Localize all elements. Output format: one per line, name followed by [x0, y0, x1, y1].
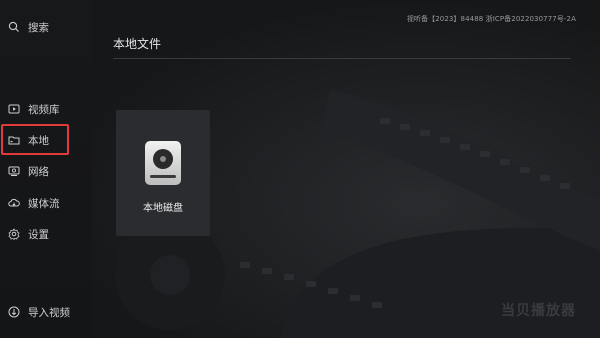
- sidebar-item-local[interactable]: 本地: [8, 130, 49, 150]
- sidebar-item-label: 媒体流: [28, 197, 60, 210]
- sidebar-item-label: 网络: [28, 165, 49, 178]
- import-video-button[interactable]: 导入视频: [8, 302, 70, 322]
- page-title: 本地文件: [113, 37, 162, 51]
- search-icon: [8, 21, 20, 33]
- icp-license-text: 视听备【2023】84488 浙ICP备2022030777号-2A: [406, 15, 576, 23]
- title-divider: [113, 58, 571, 59]
- sidebar-item-label: 设置: [28, 228, 49, 241]
- import-video-label: 导入视频: [28, 306, 70, 319]
- sidebar-item-settings[interactable]: 设置: [8, 224, 49, 244]
- cloud-icon: [8, 197, 20, 209]
- search-label: 搜索: [28, 21, 49, 34]
- sidebar-item-label: 视频库: [28, 103, 60, 116]
- tile-label: 本地磁盘: [143, 203, 183, 214]
- sidebar: 搜索 视频库 本地 网络 媒体流 设置 导入视频: [0, 0, 92, 338]
- import-icon: [8, 306, 20, 318]
- network-icon: [8, 165, 20, 177]
- brand-watermark: 当贝播放器: [501, 303, 576, 319]
- video-library-icon: [8, 103, 20, 115]
- sidebar-item-video-library[interactable]: 视频库: [8, 99, 60, 119]
- sidebar-item-label: 本地: [28, 134, 49, 147]
- app-window: 搜索 视频库 本地 网络 媒体流 设置 导入视频 视听备【2023】84488 …: [0, 0, 600, 338]
- sidebar-item-network[interactable]: 网络: [8, 161, 49, 181]
- hard-disk-icon: [145, 141, 181, 185]
- local-disk-tile[interactable]: 本地磁盘: [116, 110, 210, 236]
- main-panel: 视听备【2023】84488 浙ICP备2022030777号-2A 本地文件 …: [92, 0, 600, 338]
- gear-icon: [8, 228, 20, 240]
- search-button[interactable]: 搜索: [8, 17, 49, 37]
- folder-icon: [8, 134, 20, 146]
- sidebar-item-media-stream[interactable]: 媒体流: [8, 193, 60, 213]
